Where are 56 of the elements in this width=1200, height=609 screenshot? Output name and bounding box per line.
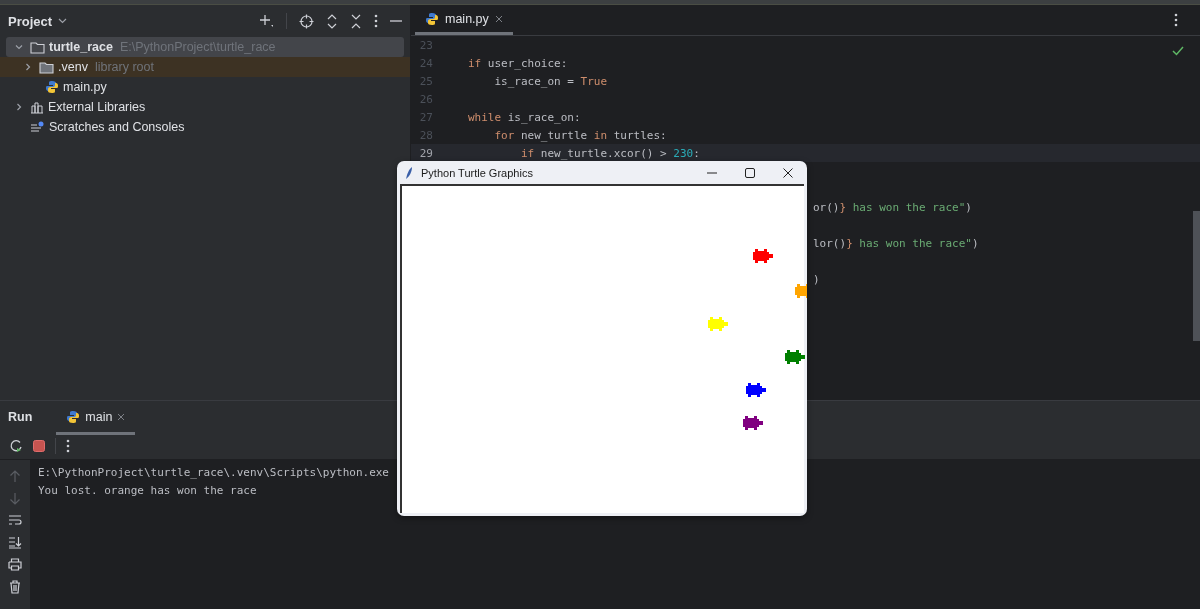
- editor-tab[interactable]: main.py: [415, 5, 513, 35]
- chevron-down-icon[interactable]: [14, 42, 24, 52]
- code-line: or()} has won the race"): [813, 200, 972, 214]
- add-icon[interactable]: [258, 13, 274, 29]
- crosshair-icon[interactable]: [299, 13, 314, 29]
- run-tab[interactable]: main: [56, 402, 136, 435]
- folder-icon: [30, 40, 45, 54]
- close-icon[interactable]: [783, 167, 793, 178]
- tree-item[interactable]: main.py: [6, 77, 404, 97]
- tree-item[interactable]: .venv library root: [0, 57, 410, 77]
- chevron-right-icon[interactable]: [14, 102, 24, 112]
- code-line: lor()} has won the race"): [813, 236, 979, 250]
- tree-label: .venv: [58, 60, 88, 74]
- python-icon: [425, 11, 439, 26]
- chevron-down-icon[interactable]: [58, 18, 68, 24]
- python-icon: [45, 80, 59, 94]
- expand-icon[interactable]: [326, 13, 338, 29]
- feather-icon: [405, 165, 413, 180]
- trash-icon[interactable]: [9, 580, 21, 594]
- code-line: if new_turtle.xcor() > 230:: [519, 146, 700, 160]
- code-line: ): [813, 272, 820, 286]
- scroll-end-icon[interactable]: [8, 536, 22, 549]
- scrollbar[interactable]: [1193, 211, 1200, 341]
- library-icon: [30, 100, 44, 114]
- tree-label: main.py: [63, 80, 107, 94]
- code-line: if user_choice:: [468, 56, 568, 70]
- panel-title[interactable]: Project: [8, 13, 53, 29]
- console-output: You lost. orange has won the race: [38, 483, 257, 499]
- tree-hint: library root: [94, 60, 154, 74]
- code-line: for new_turtle in turtles:: [493, 128, 667, 142]
- chevron-right-icon[interactable]: [23, 62, 33, 72]
- code-line: while is_race_on:: [468, 110, 581, 124]
- tree-label: External Libraries: [48, 100, 146, 114]
- scratch-icon: [30, 120, 45, 134]
- collapse-icon[interactable]: [350, 13, 362, 29]
- python-icon: [66, 410, 81, 424]
- more-icon[interactable]: [374, 14, 378, 28]
- more-icon[interactable]: [1174, 13, 1178, 27]
- tree-item[interactable]: Scratches and Consoles: [6, 117, 404, 137]
- panel-title: Run: [8, 410, 33, 424]
- folder-icon: [39, 60, 54, 74]
- check-icon: [1172, 46, 1184, 56]
- code-line: is_race_on = True: [493, 74, 608, 88]
- tree-label: Scratches and Consoles: [49, 120, 185, 134]
- wrap-icon[interactable]: [8, 514, 22, 527]
- rerun-icon[interactable]: [9, 439, 23, 453]
- stop-icon[interactable]: [33, 440, 45, 452]
- window-title: Python Turtle Graphics: [421, 166, 533, 179]
- tree-label: turtle_race: [49, 40, 113, 54]
- line-number: 29: [418, 146, 433, 160]
- console-output: E:\PythonProject\turtle_race\.venv\Scripts\python.exe: [38, 465, 389, 481]
- more-icon[interactable]: [66, 439, 70, 453]
- minimize-icon[interactable]: [707, 171, 717, 174]
- tree-item[interactable]: External Libraries: [6, 97, 404, 117]
- maximize-icon[interactable]: [745, 167, 755, 178]
- print-icon[interactable]: [8, 558, 22, 571]
